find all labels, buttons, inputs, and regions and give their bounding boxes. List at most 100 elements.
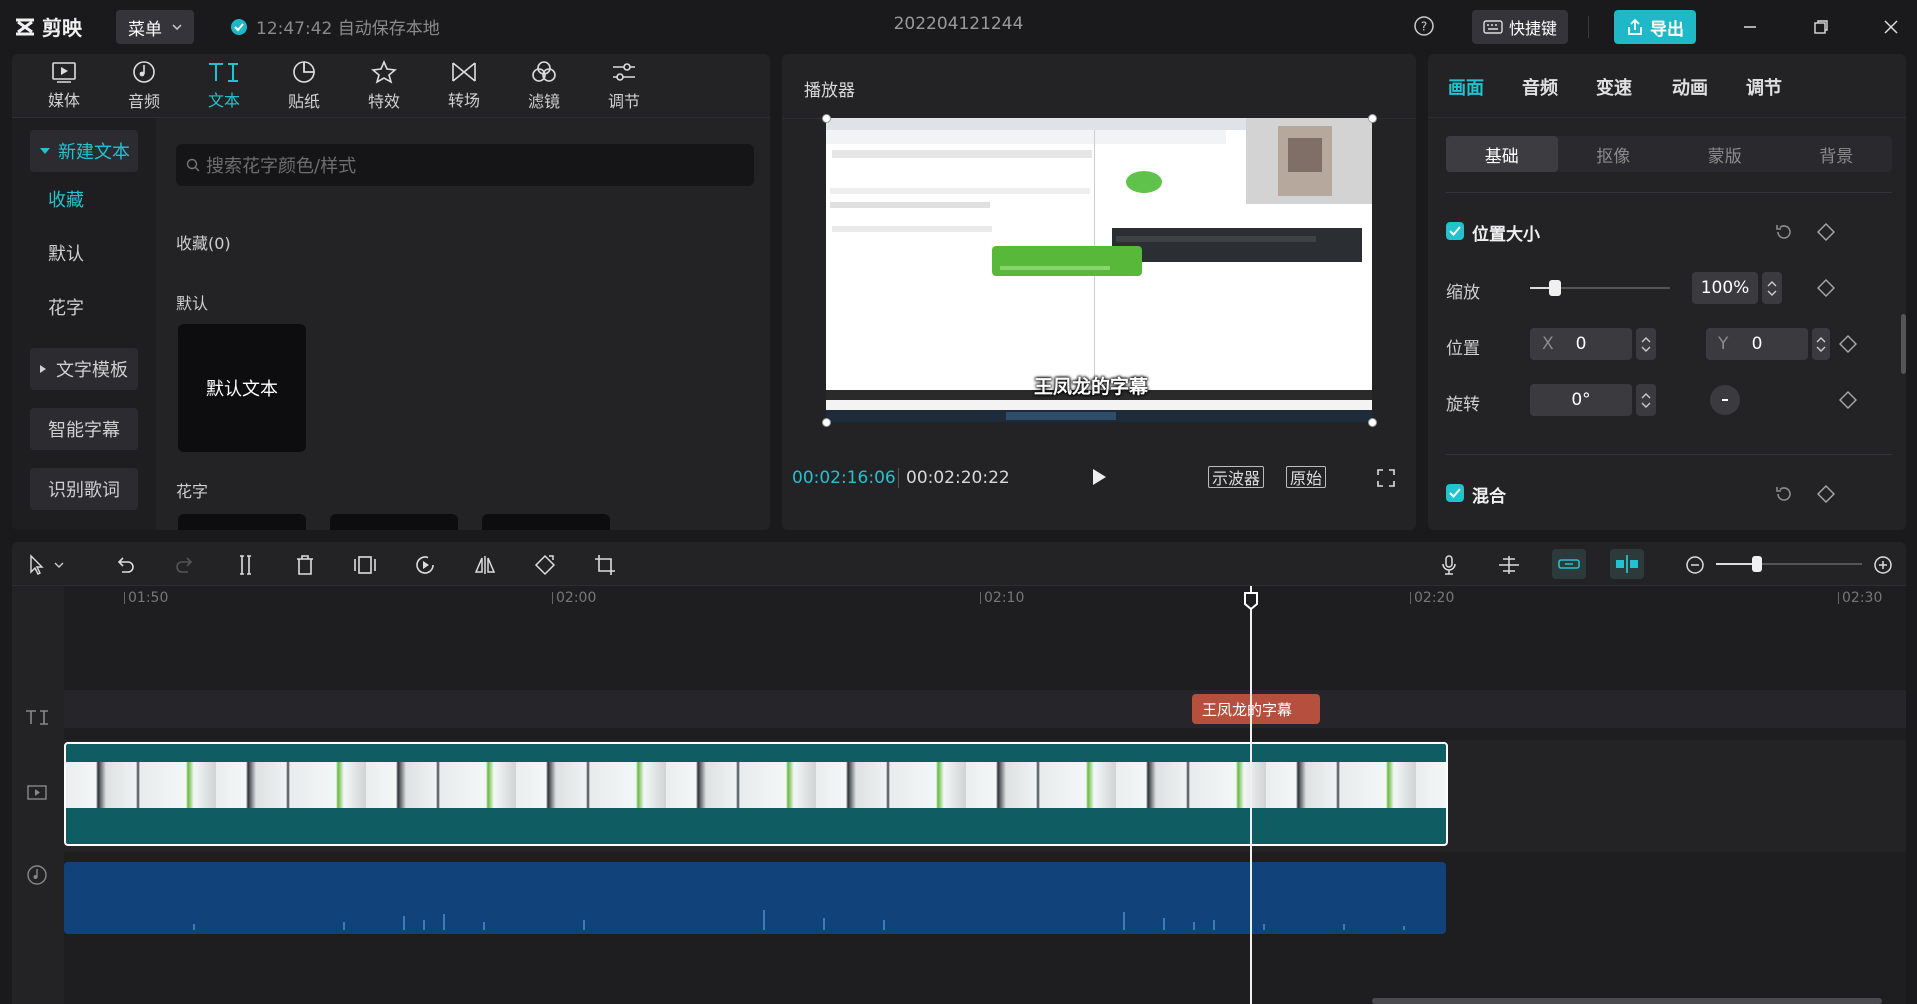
caret-right-icon bbox=[40, 365, 46, 373]
keyframe-diamond-icon[interactable] bbox=[1838, 390, 1858, 410]
default-text-card[interactable]: 默认文本 bbox=[178, 324, 306, 452]
title-bar: 剪映 菜单 12:47:42 自动保存本地 202204121244 ? 快捷键… bbox=[0, 0, 1917, 52]
redo-button[interactable] bbox=[172, 552, 198, 578]
fancy-text-card[interactable] bbox=[482, 514, 610, 530]
tab-filter[interactable]: 滤镜 bbox=[504, 54, 584, 118]
video-clip[interactable] bbox=[64, 742, 1448, 846]
tab-audio-props[interactable]: 音频 bbox=[1522, 74, 1558, 100]
sidebar-item-lyrics[interactable]: 识别歌词 bbox=[30, 468, 138, 510]
segment-keying[interactable]: 抠像 bbox=[1558, 136, 1670, 172]
tab-media[interactable]: 媒体 bbox=[24, 54, 104, 118]
close-button[interactable] bbox=[1876, 12, 1906, 42]
segment-basic[interactable]: 基础 bbox=[1446, 136, 1558, 172]
crop-handle[interactable] bbox=[822, 114, 831, 123]
help-icon[interactable]: ? bbox=[1413, 15, 1435, 37]
sidebar-item-smart-subtitle[interactable]: 智能字幕 bbox=[30, 408, 138, 450]
tab-adjust-props[interactable]: 调节 bbox=[1746, 74, 1782, 100]
segment-background[interactable]: 背景 bbox=[1781, 136, 1893, 172]
time-ruler[interactable]: 01:50 02:00 02:10 02:20 02:30 bbox=[64, 586, 1906, 606]
shortcut-button[interactable]: 快捷键 bbox=[1472, 10, 1568, 44]
sidebar-item-new-text[interactable]: 新建文本 bbox=[30, 130, 138, 172]
freeze-frame-button[interactable] bbox=[352, 552, 378, 578]
crop-handle[interactable] bbox=[1368, 418, 1377, 427]
rotation-label: 旋转 bbox=[1446, 395, 1480, 415]
minimize-button[interactable] bbox=[1735, 12, 1765, 42]
fancy-text-card[interactable] bbox=[178, 514, 306, 530]
audio-clip[interactable] bbox=[64, 862, 1446, 934]
keyframe-diamond-icon[interactable] bbox=[1816, 278, 1836, 298]
keyframe-diamond-icon[interactable] bbox=[1838, 334, 1858, 354]
microphone-icon bbox=[1442, 555, 1456, 575]
zoom-out-button[interactable] bbox=[1682, 552, 1708, 578]
sidebar-item-favorites[interactable]: 收藏 bbox=[30, 178, 138, 220]
mirror-button[interactable] bbox=[472, 552, 498, 578]
rotate-button[interactable] bbox=[532, 552, 558, 578]
zoom-in-button[interactable] bbox=[1870, 552, 1896, 578]
play-icon[interactable] bbox=[1088, 466, 1110, 488]
timeline-scrollbar[interactable] bbox=[1372, 998, 1882, 1004]
position-size-checkbox[interactable] bbox=[1446, 222, 1464, 240]
tab-adjust[interactable]: 调节 bbox=[584, 54, 664, 118]
tab-audio[interactable]: 音频 bbox=[104, 54, 184, 118]
link-icon bbox=[1558, 559, 1580, 569]
export-button[interactable]: 导出 bbox=[1614, 10, 1696, 44]
scale-stepper[interactable] bbox=[1762, 272, 1782, 304]
scale-input[interactable]: 100% bbox=[1692, 272, 1758, 304]
scope-button[interactable]: 示波器 bbox=[1208, 466, 1265, 488]
search-input[interactable]: 搜索花字颜色/样式 bbox=[176, 144, 754, 186]
zoom-slider-handle[interactable] bbox=[1752, 556, 1762, 572]
fancy-heading: 花字 bbox=[176, 482, 209, 501]
blend-checkbox[interactable] bbox=[1446, 484, 1464, 502]
text-clip[interactable]: 王凤龙的字幕 bbox=[1192, 694, 1320, 724]
rotation-dial[interactable] bbox=[1710, 385, 1740, 415]
undo-button[interactable] bbox=[112, 552, 138, 578]
select-tool[interactable] bbox=[24, 552, 72, 578]
scale-slider-handle[interactable] bbox=[1549, 280, 1561, 296]
menu-button[interactable]: 菜单 bbox=[116, 10, 194, 44]
reset-icon[interactable] bbox=[1774, 222, 1794, 242]
tab-sticker[interactable]: 贴纸 bbox=[264, 54, 344, 118]
keyframe-diamond-icon[interactable] bbox=[1816, 484, 1836, 504]
snap-toggle[interactable] bbox=[1610, 549, 1644, 579]
sidebar-item-text-template[interactable]: 文字模板 bbox=[30, 348, 138, 390]
preview-axis-button[interactable] bbox=[1496, 552, 1522, 578]
reset-icon[interactable] bbox=[1774, 484, 1794, 504]
position-x-stepper[interactable] bbox=[1636, 328, 1656, 360]
tab-text-label: 文本 bbox=[207, 91, 240, 110]
tab-animation[interactable]: 动画 bbox=[1672, 74, 1708, 100]
crop-handle[interactable] bbox=[822, 418, 831, 427]
rotation-input[interactable]: 0° bbox=[1530, 384, 1632, 416]
position-x-input[interactable]: X 0 bbox=[1530, 328, 1632, 360]
text-clip-label: 王凤龙的字幕 bbox=[1202, 700, 1293, 719]
sidebar-item-default[interactable]: 默认 bbox=[30, 232, 138, 274]
media-tab-bar: 媒体 音频 文本 贴纸 特效 转场 滤镜 调节 bbox=[12, 54, 770, 118]
tab-text[interactable]: 文本 bbox=[184, 54, 264, 118]
text-track bbox=[64, 690, 1906, 728]
position-y-input[interactable]: Y 0 bbox=[1706, 328, 1808, 360]
video-preview[interactable]: 王凤龙的字幕 bbox=[826, 118, 1372, 422]
keyframe-diamond-icon[interactable] bbox=[1816, 222, 1836, 242]
split-button[interactable] bbox=[232, 552, 258, 578]
link-clips-toggle[interactable] bbox=[1552, 549, 1586, 579]
rotation-stepper[interactable] bbox=[1636, 384, 1656, 416]
segment-mask[interactable]: 蒙版 bbox=[1669, 136, 1781, 172]
crop-button[interactable] bbox=[592, 552, 618, 578]
tab-transition[interactable]: 转场 bbox=[424, 54, 504, 118]
current-timecode: 00:02:16:06 bbox=[792, 468, 896, 488]
tab-picture[interactable]: 画面 bbox=[1448, 74, 1484, 100]
crop-handle[interactable] bbox=[1368, 114, 1377, 123]
playhead-handle-icon[interactable] bbox=[1243, 592, 1259, 610]
delete-button[interactable] bbox=[292, 552, 318, 578]
record-audio-button[interactable] bbox=[1436, 552, 1462, 578]
original-ratio-button[interactable]: 原始 bbox=[1286, 466, 1327, 488]
position-y-stepper[interactable] bbox=[1812, 328, 1830, 360]
tab-effects[interactable]: 特效 bbox=[344, 54, 424, 118]
sidebar-item-fancy[interactable]: 花字 bbox=[30, 286, 138, 328]
tab-speed[interactable]: 变速 bbox=[1596, 74, 1632, 100]
fancy-text-card[interactable] bbox=[330, 514, 458, 530]
properties-scrollbar[interactable] bbox=[1901, 314, 1906, 374]
maximize-button[interactable] bbox=[1806, 12, 1836, 42]
reverse-button[interactable] bbox=[412, 552, 438, 578]
fullscreen-icon[interactable] bbox=[1376, 468, 1396, 488]
playhead[interactable] bbox=[1250, 586, 1252, 1004]
